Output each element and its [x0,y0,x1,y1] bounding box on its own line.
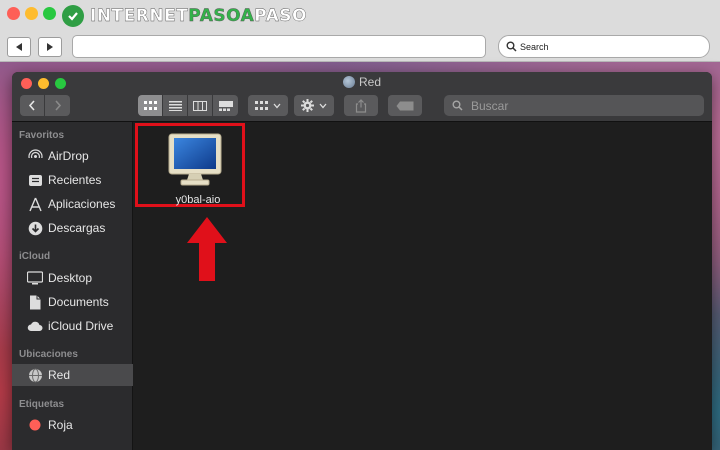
computer-monitor-icon [168,133,222,186]
window-title-text: Red [358,75,381,89]
sidebar-section-etiquetas: Etiquetas [19,399,65,410]
desktop-icon [27,270,43,286]
sidebar-item-recientes[interactable]: Recientes [12,169,133,191]
red-up-arrow-icon [187,217,227,281]
browser-titlebar: INTERNETPASOAPASO [0,0,720,32]
logo-text: INTERNETPASOAPASO [90,6,308,26]
sidebar-item-desktop[interactable]: Desktop [12,267,133,289]
search-icon [452,100,463,111]
download-icon [27,220,43,236]
url-bar[interactable] [72,35,486,58]
sidebar-item-label: Descargas [48,221,106,235]
gallery-view-button[interactable] [213,95,238,116]
site-logo[interactable]: INTERNETPASOAPASO [62,4,307,28]
minimize-window-button[interactable] [25,7,38,20]
grid-icon [143,100,157,110]
chevron-right-icon [54,100,61,111]
share-icon [355,98,367,113]
finder-titlebar: Red [12,72,712,122]
sidebar-item-documents[interactable]: Documents [12,291,133,313]
sidebar-section-icloud: iCloud [19,251,51,262]
chevron-down-icon [273,103,281,108]
finder-forward-button[interactable] [45,95,70,116]
gear-icon [301,99,314,112]
file-item-y0bal-aio[interactable]: y0bal-aio [142,128,248,210]
finder-back-button[interactable] [20,95,45,116]
sidebar-item-airdrop[interactable]: AirDrop [12,145,133,167]
sidebar-item-label: Red [48,368,71,382]
finder-content-area: y0bal-aio [134,122,712,450]
column-view-button[interactable] [188,95,213,116]
search-icon [506,41,517,52]
sidebar-item-red[interactable]: Red [12,364,133,386]
cloud-icon [27,318,43,334]
network-globe-icon [27,367,43,383]
sidebar-item-label: Desktop [48,271,93,285]
close-window-button[interactable] [7,7,20,20]
gallery-icon [218,100,233,111]
logo-icon [62,5,84,27]
share-button[interactable] [344,95,378,116]
chevron-down-icon [319,103,327,108]
red-tag-icon [27,417,43,433]
back-arrow-icon [16,43,22,51]
sidebar-item-label: Documents [48,295,109,309]
sidebar-item-icloud-drive[interactable]: iCloud Drive [12,315,133,337]
icon-view-button[interactable] [138,95,163,116]
forward-arrow-icon [47,43,53,51]
group-by-button[interactable] [248,95,288,116]
sidebar-item-aplicaciones[interactable]: Aplicaciones [12,193,133,215]
network-globe-icon [342,76,355,88]
back-button[interactable] [7,37,31,57]
chevron-left-icon [28,100,35,111]
sidebar-item-label: Aplicaciones [48,197,116,211]
list-view-button[interactable] [163,95,188,116]
forward-button[interactable] [38,37,62,57]
view-mode-group [138,95,238,116]
finder-search-field[interactable] [444,95,704,116]
finder-nav-group [20,95,70,116]
search-label: Search [520,41,549,52]
clock-icon [27,172,43,188]
sidebar-item-descargas[interactable]: Descargas [12,217,133,239]
action-menu-button[interactable] [294,95,334,116]
applications-icon [27,196,43,212]
columns-icon [193,100,207,111]
document-icon [27,294,43,310]
finder-window: Red Buscar Favoritos AirDrop Recientes A… [12,72,712,450]
grid-group-icon [255,100,268,110]
browser-toolbar: Search [0,32,720,62]
finder-search-input[interactable] [471,98,691,113]
sidebar-item-label: AirDrop [48,149,89,163]
file-name: y0bal-aio [175,194,221,206]
sidebar-item-label: iCloud Drive [48,319,114,333]
tag-button[interactable] [388,95,422,116]
sidebar-item-label: Roja [48,418,73,432]
sidebar-item-label: Recientes [48,173,102,187]
sidebar-section-ubicaciones: Ubicaciones [19,349,78,360]
sidebar-section-favoritos: Favoritos [19,130,65,141]
window-title: Red [12,75,712,89]
zoom-window-button[interactable] [43,7,56,20]
tag-icon [396,101,414,110]
browser-search-field[interactable]: Search [498,35,710,58]
finder-sidebar: Favoritos AirDrop Recientes Aplicaciones… [12,122,133,450]
sidebar-item-roja[interactable]: Roja [12,414,133,436]
list-icon [168,100,182,111]
airdrop-icon [27,148,43,164]
